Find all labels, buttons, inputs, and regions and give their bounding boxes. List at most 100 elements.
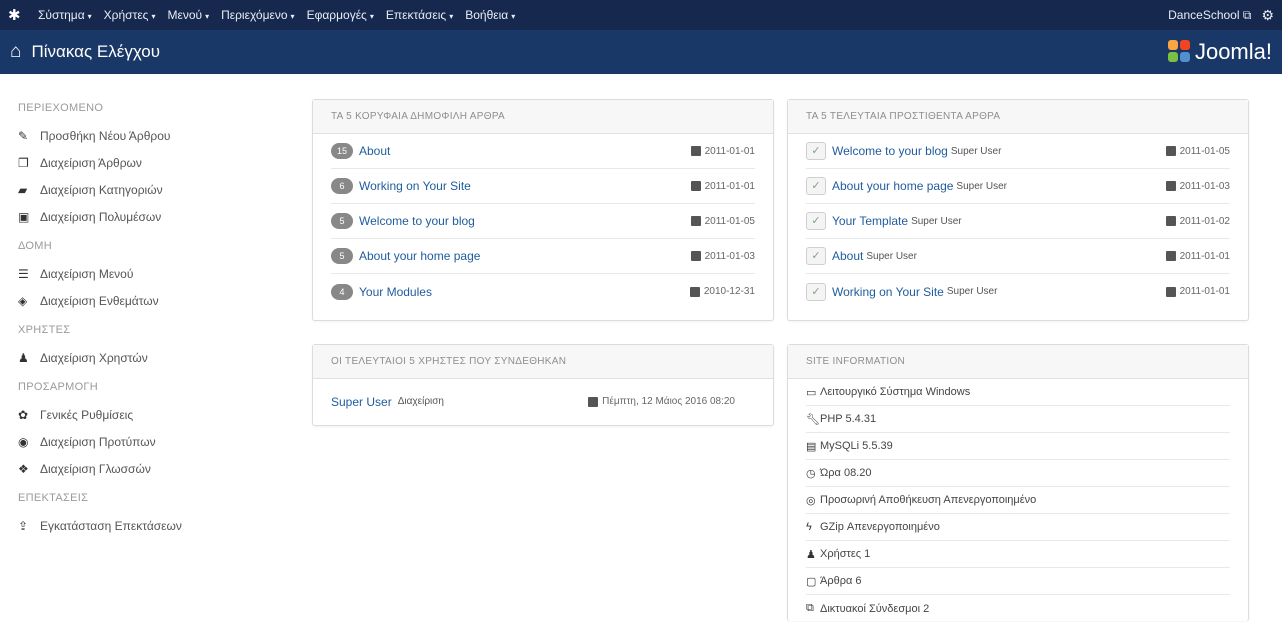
- list-item: ◷ Ώρα 08.20: [806, 460, 1230, 487]
- published-check-icon[interactable]: ✓: [806, 247, 826, 265]
- menu-users[interactable]: Χρήστες ▾: [104, 8, 156, 22]
- published-check-icon[interactable]: ✓: [806, 282, 826, 301]
- panel-heading: ΟΙ ΤΕΛΕΥΤΑΙΟΙ 5 ΧΡΗΣΤΕΣ ΠΟΥ ΣΥΝΔΕΘΗΚΑΝ: [313, 345, 773, 379]
- top-menu-bar: ✱ Σύστημα ▾ Χρήστες ▾ Μενού ▾ Περιεχόμενο ▾ …: [0, 0, 1282, 30]
- sidebar-item-add-article[interactable]: ✎ Προσθήκη Νέου Άρθρου: [18, 122, 300, 149]
- article-link[interactable]: Working on Your Site: [359, 179, 471, 193]
- author-label: Super User: [866, 250, 917, 262]
- article-link[interactable]: About: [359, 144, 390, 158]
- link-icon: ⧉: [806, 602, 814, 614]
- sidebar: ΠΕΡΙΕΧΟΜΕΝΟ ✎ Προσθήκη Νέου Άρθρου ❐ Διαχε…: [0, 74, 300, 621]
- table-row: ✓ Welcome to your blog Super User 2011-0…: [806, 134, 1230, 169]
- article-link[interactable]: Working on Your Site: [832, 285, 944, 299]
- hits-badge: 4: [331, 283, 353, 300]
- popular-articles-panel: ΤΑ 5 ΚΟΡΥΦΑΙΑ ΔΗΜΟΦΙΛΗ ΑΡΘΡΑ 15 About 20…: [312, 99, 774, 321]
- image-icon: ▣: [18, 209, 30, 224]
- sidebar-item-install-extensions[interactable]: ⇪ Εγκατάσταση Επεκτάσεων: [18, 512, 300, 539]
- cube-icon: ◈: [18, 293, 28, 308]
- calendar-icon: [1165, 286, 1176, 297]
- sidebar-item-languages[interactable]: ❖ Διαχείριση Γλωσσών: [18, 455, 300, 482]
- panel-heading: ΤΑ 5 ΚΟΡΥΦΑΙΑ ΔΗΜΟΦΙΛΗ ΑΡΘΡΑ: [313, 100, 773, 134]
- hits-badge: 5: [331, 248, 353, 264]
- table-row: 15 About 2011-01-01: [331, 134, 755, 169]
- client-label: Διαχείριση: [397, 396, 444, 407]
- panel-heading: SITE INFORMATION: [788, 345, 1248, 379]
- sidebar-item-templates[interactable]: ◉ Διαχείριση Προτύπων: [18, 428, 300, 455]
- list-item: ⧉ Δικτυακοί Σύνδεσμοι 2: [806, 602, 930, 615]
- published-check-icon[interactable]: ✓: [806, 142, 826, 160]
- menu-help[interactable]: Βοήθεια ▾: [465, 8, 515, 22]
- calendar-icon: [1165, 146, 1176, 156]
- list-item: ▢ Άρθρα 6: [806, 568, 1230, 595]
- sidebar-item-users[interactable]: ♟ Διαχείριση Χρηστών: [18, 344, 300, 371]
- menu-system[interactable]: Σύστημα ▾: [38, 8, 92, 22]
- cog-icon: ✿: [18, 407, 29, 422]
- list-icon: ☰: [18, 266, 29, 281]
- author-label: Super User: [956, 180, 1007, 192]
- calendar-icon: [690, 146, 701, 156]
- article-link[interactable]: Your Modules: [359, 285, 432, 299]
- panel-heading: ΤΑ 5 ΤΕΛΕΥΤΑΙΑ ΠΡΟΣΤΙΘΕΝΤΑ ΑΡΘΡΑ: [788, 100, 1248, 134]
- external-link-icon: ⧉: [1242, 7, 1252, 22]
- list-item: 🔧︎ PHP 5.4.31: [806, 406, 1230, 433]
- user-link[interactable]: Super User: [331, 395, 392, 409]
- site-link[interactable]: DanceSchool ⧉: [1168, 8, 1251, 23]
- calendar-icon: [588, 396, 599, 407]
- page-title: Πίνακας Ελέγχου: [31, 42, 161, 61]
- folder-icon: ▰: [18, 182, 28, 197]
- menu-menus[interactable]: Μενού ▾: [167, 8, 209, 22]
- list-item: ▤ MySQLi 5.5.39: [806, 433, 1230, 460]
- sidebar-item-modules[interactable]: ◈ Διαχείριση Ενθεμάτων: [18, 287, 300, 314]
- main-menu: Σύστημα ▾ Χρήστες ▾ Μενού ▾ Περιεχόμενο ▾ Εφ…: [38, 8, 515, 22]
- joomla-logo-icon[interactable]: ✱: [8, 6, 30, 24]
- calendar-icon: [689, 286, 700, 297]
- file-icon: ▢: [806, 575, 817, 588]
- calendar-icon: [690, 216, 701, 226]
- published-check-icon[interactable]: ✓: [806, 212, 826, 230]
- table-row: 6 Working on Your Site 2011-01-01: [331, 169, 755, 204]
- wrench-icon: 🔧︎: [806, 413, 820, 426]
- clock-icon: ◷: [806, 467, 816, 480]
- site-information-panel: SITE INFORMATION ▭ Λειτουργικό Σύστημα Wi…: [787, 344, 1249, 621]
- comments-icon: ❖: [18, 461, 29, 476]
- menu-content[interactable]: Περιεχόμενο ▾: [221, 8, 294, 22]
- article-link[interactable]: Your Template: [832, 214, 908, 228]
- upload-icon: ⇪: [18, 518, 29, 533]
- table-row: ✓ About your home page Super User 2011-0…: [806, 169, 1230, 204]
- published-check-icon[interactable]: ✓: [806, 177, 826, 195]
- table-row: ✓ About Super User 2011-01-01: [806, 239, 1230, 274]
- stack-icon: ❐: [18, 155, 29, 170]
- latest-articles-panel: ΤΑ 5 ΤΕΛΕΥΤΑΙΑ ΠΡΟΣΤΙΘΕΝΤΑ ΑΡΘΡΑ ✓ Welco…: [787, 99, 1249, 321]
- sidebar-heading-extensions: ΕΠΕΚΤΑΣΕΙΣ: [18, 492, 89, 504]
- table-row: ✓ Your Template Super User 2011-01-02: [806, 204, 1230, 239]
- joomla-brand-icon: [1167, 40, 1192, 64]
- sidebar-item-global-config[interactable]: ✿ Γενικές Ρυθμίσεις: [18, 401, 300, 428]
- sidebar-item-categories[interactable]: ▰ Διαχείριση Κατηγοριών: [18, 176, 300, 203]
- menu-extensions[interactable]: Επεκτάσεις ▾: [386, 8, 453, 22]
- article-link[interactable]: Welcome to your blog: [359, 214, 475, 228]
- home-icon: ⌂: [10, 41, 22, 62]
- calendar-icon: [1165, 251, 1176, 261]
- article-link[interactable]: About your home page: [359, 249, 480, 263]
- author-label: Super User: [950, 145, 1002, 157]
- cache-icon: ◎: [806, 494, 816, 507]
- menu-components[interactable]: Εφαρμογές ▾: [307, 8, 374, 22]
- sidebar-item-articles[interactable]: ❐ Διαχείριση Άρθρων: [18, 149, 300, 176]
- settings-gear-icon[interactable]: ⚙: [1261, 7, 1274, 24]
- users-icon: ♟: [18, 350, 29, 365]
- article-link[interactable]: About your home page: [832, 179, 953, 193]
- table-row: 4 Your Modules 2010-12-31: [331, 274, 755, 309]
- logged-users-panel: ΟΙ ΤΕΛΕΥΤΑΙΟΙ 5 ΧΡΗΣΤΕΣ ΠΟΥ ΣΥΝΔΕΘΗΚΑΝ S…: [312, 344, 774, 426]
- sidebar-item-media[interactable]: ▣ Διαχείριση Πολυμέσων: [18, 203, 300, 230]
- calendar-icon: [1165, 181, 1176, 191]
- sidebar-item-menus[interactable]: ☰ Διαχείριση Μενού: [18, 260, 300, 287]
- article-link[interactable]: Welcome to your blog: [832, 144, 948, 158]
- eye-icon: ◉: [18, 434, 29, 449]
- flash-icon: ϟ: [806, 521, 812, 533]
- list-item: ♟ Χρήστες 1: [806, 541, 1230, 568]
- list-item: ◎ Προσωρινή Αποθήκευση Απενεργοποιημένο: [806, 487, 1230, 514]
- pencil-icon: ✎: [18, 128, 29, 143]
- title-bar: ⌂ Πίνακας Ελέγχου Joomla!: [0, 30, 1282, 74]
- hits-badge: 5: [331, 213, 353, 229]
- article-link[interactable]: About: [832, 249, 863, 263]
